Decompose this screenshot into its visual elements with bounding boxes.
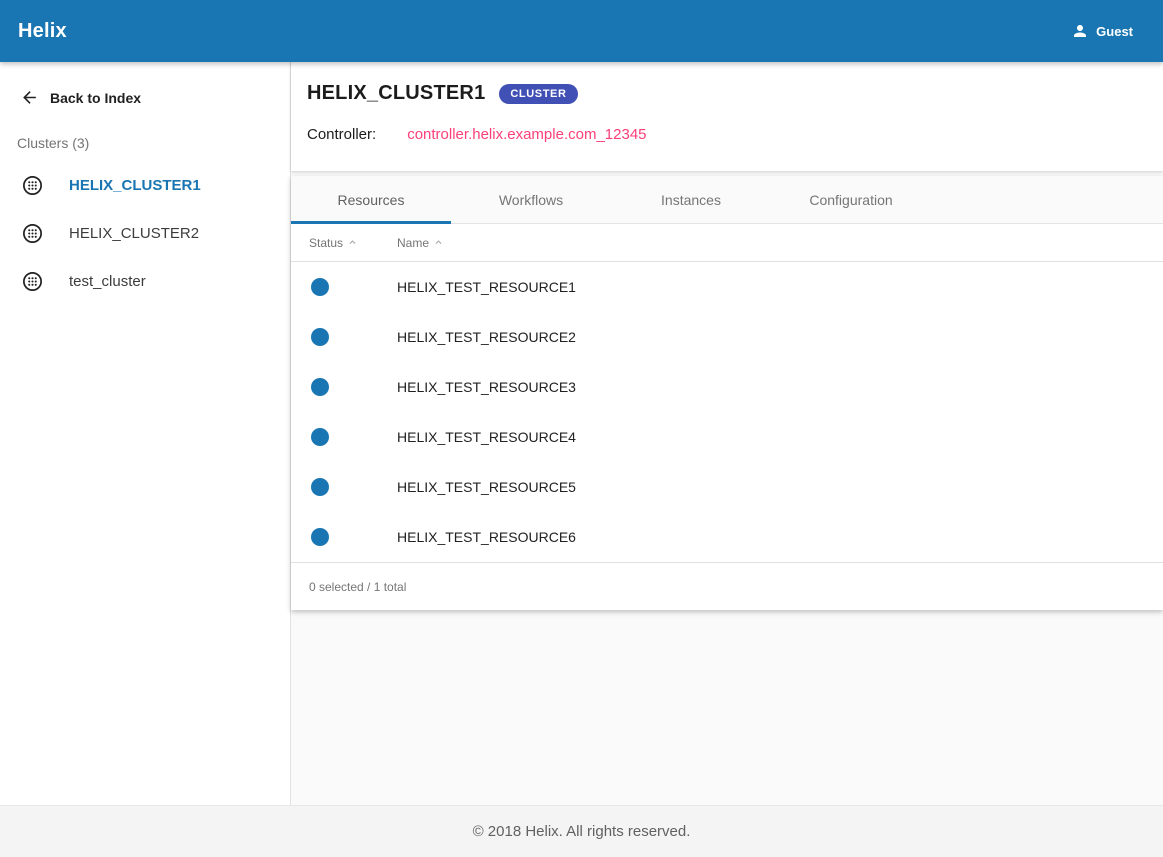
back-to-index-link[interactable]: Back to Index <box>0 88 290 107</box>
top-app-bar: Helix Guest <box>0 0 1163 62</box>
sidebar-item-helix-cluster1[interactable]: HELIX_CLUSTER1 <box>0 161 290 209</box>
table-row[interactable]: HELIX_TEST_RESOURCE2 <box>291 312 1163 362</box>
sidebar: Back to Index Clusters (3) HELIX_CLUSTER… <box>0 62 291 805</box>
tab-workflows[interactable]: Workflows <box>451 176 611 223</box>
status-circle-icon <box>311 378 329 396</box>
table-header: Status Name <box>291 224 1163 262</box>
copyright-text: © 2018 Helix. All rights reserved. <box>473 823 691 840</box>
selection-summary: 0 selected / 1 total <box>291 562 1163 610</box>
sidebar-item-test-cluster[interactable]: test_cluster <box>0 257 290 305</box>
status-circle-icon <box>311 428 329 446</box>
cluster-icon <box>21 174 44 197</box>
resource-name: HELIX_TEST_RESOURCE5 <box>397 479 576 495</box>
status-circle-icon <box>311 328 329 346</box>
resources-card: Resources Workflows Instances Configurat… <box>291 176 1163 610</box>
cluster-item-label: test_cluster <box>69 273 146 290</box>
back-to-index-label: Back to Index <box>50 90 141 106</box>
controller-link[interactable]: controller.helix.example.com_12345 <box>407 126 646 143</box>
page-title: HELIX_CLUSTER1 <box>307 82 485 105</box>
tab-configuration[interactable]: Configuration <box>771 176 931 223</box>
sort-ascending-icon[interactable] <box>348 238 357 247</box>
sidebar-item-helix-cluster2[interactable]: HELIX_CLUSTER2 <box>0 209 290 257</box>
resource-name: HELIX_TEST_RESOURCE4 <box>397 429 576 445</box>
tab-bar: Resources Workflows Instances Configurat… <box>291 176 1163 224</box>
table-row[interactable]: HELIX_TEST_RESOURCE4 <box>291 412 1163 462</box>
table-row[interactable]: HELIX_TEST_RESOURCE3 <box>291 362 1163 412</box>
main-content: HELIX_CLUSTER1 CLUSTER Controller: contr… <box>291 62 1163 805</box>
cluster-item-label: HELIX_CLUSTER1 <box>69 177 201 194</box>
table-row[interactable]: HELIX_TEST_RESOURCE6 <box>291 512 1163 562</box>
status-circle-icon <box>311 528 329 546</box>
column-header-status[interactable]: Status <box>309 236 343 250</box>
status-circle-icon <box>311 278 329 296</box>
cluster-icon <box>21 222 44 245</box>
user-menu[interactable]: Guest <box>1071 22 1133 40</box>
table-row[interactable]: HELIX_TEST_RESOURCE5 <box>291 462 1163 512</box>
controller-label: Controller: <box>307 126 376 143</box>
cluster-icon <box>21 270 44 293</box>
resource-name: HELIX_TEST_RESOURCE6 <box>397 529 576 545</box>
cluster-header-card: HELIX_CLUSTER1 CLUSTER Controller: contr… <box>291 62 1163 171</box>
user-name: Guest <box>1096 24 1133 39</box>
table-row[interactable]: HELIX_TEST_RESOURCE1 <box>291 262 1163 312</box>
app-title: Helix <box>18 20 67 43</box>
arrow-back-icon <box>20 88 39 107</box>
clusters-section-label: Clusters (3) <box>17 135 290 151</box>
sort-ascending-icon[interactable] <box>434 238 443 247</box>
main-background <box>291 610 1163 805</box>
resource-name: HELIX_TEST_RESOURCE2 <box>397 329 576 345</box>
cluster-type-badge: CLUSTER <box>499 84 577 104</box>
cluster-item-label: HELIX_CLUSTER2 <box>69 225 199 242</box>
status-circle-icon <box>311 478 329 496</box>
column-header-name[interactable]: Name <box>397 236 429 250</box>
tab-instances[interactable]: Instances <box>611 176 771 223</box>
tab-resources[interactable]: Resources <box>291 176 451 223</box>
middle-region: Back to Index Clusters (3) HELIX_CLUSTER… <box>0 62 1163 805</box>
person-icon <box>1071 22 1089 40</box>
resource-name: HELIX_TEST_RESOURCE1 <box>397 279 576 295</box>
resource-name: HELIX_TEST_RESOURCE3 <box>397 379 576 395</box>
page-footer: © 2018 Helix. All rights reserved. <box>0 805 1163 857</box>
